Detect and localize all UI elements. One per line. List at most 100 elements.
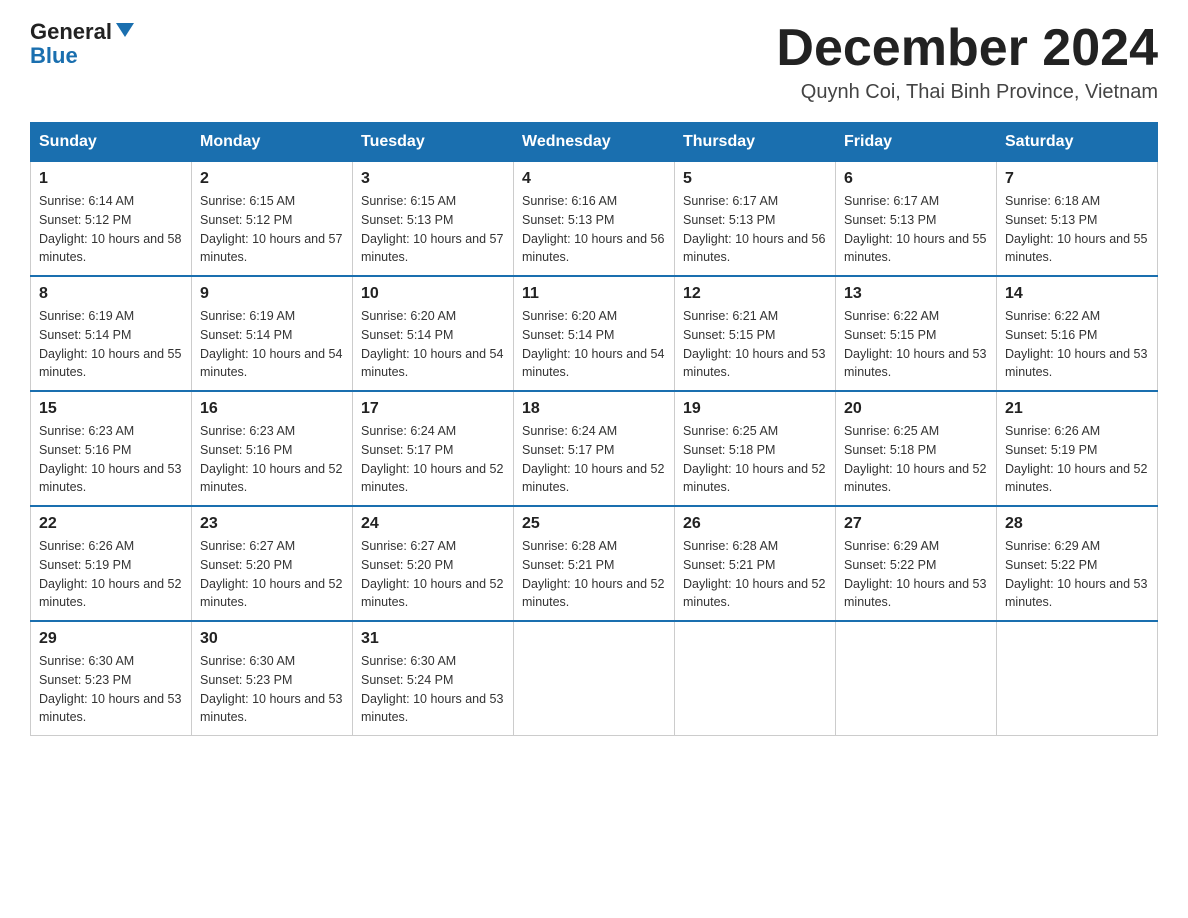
day-info: Sunrise: 6:22 AM Sunset: 5:15 PM Dayligh…: [844, 307, 988, 382]
title-area: December 2024 Quynh Coi, Thai Binh Provi…: [776, 20, 1158, 104]
day-number: 10: [361, 285, 505, 303]
table-row: 26 Sunrise: 6:28 AM Sunset: 5:21 PM Dayl…: [675, 506, 836, 621]
calendar-table: Sunday Monday Tuesday Wednesday Thursday…: [30, 122, 1158, 736]
day-number: 15: [39, 400, 183, 418]
day-number: 18: [522, 400, 666, 418]
day-info: Sunrise: 6:30 AM Sunset: 5:24 PM Dayligh…: [361, 652, 505, 727]
day-number: 3: [361, 170, 505, 188]
day-info: Sunrise: 6:29 AM Sunset: 5:22 PM Dayligh…: [844, 537, 988, 612]
day-info: Sunrise: 6:18 AM Sunset: 5:13 PM Dayligh…: [1005, 192, 1149, 267]
table-row: 12 Sunrise: 6:21 AM Sunset: 5:15 PM Dayl…: [675, 276, 836, 391]
day-info: Sunrise: 6:28 AM Sunset: 5:21 PM Dayligh…: [683, 537, 827, 612]
day-number: 19: [683, 400, 827, 418]
day-number: 2: [200, 170, 344, 188]
day-info: Sunrise: 6:25 AM Sunset: 5:18 PM Dayligh…: [844, 422, 988, 497]
calendar-week-1: 1 Sunrise: 6:14 AM Sunset: 5:12 PM Dayli…: [31, 162, 1158, 277]
day-info: Sunrise: 6:27 AM Sunset: 5:20 PM Dayligh…: [361, 537, 505, 612]
table-row: 14 Sunrise: 6:22 AM Sunset: 5:16 PM Dayl…: [997, 276, 1158, 391]
calendar-header-row: Sunday Monday Tuesday Wednesday Thursday…: [31, 123, 1158, 162]
table-row: 24 Sunrise: 6:27 AM Sunset: 5:20 PM Dayl…: [353, 506, 514, 621]
day-info: Sunrise: 6:29 AM Sunset: 5:22 PM Dayligh…: [1005, 537, 1149, 612]
day-number: 23: [200, 515, 344, 533]
table-row: [836, 621, 997, 736]
location-subtitle: Quynh Coi, Thai Binh Province, Vietnam: [776, 81, 1158, 104]
day-number: 30: [200, 630, 344, 648]
day-number: 27: [844, 515, 988, 533]
day-number: 29: [39, 630, 183, 648]
table-row: 27 Sunrise: 6:29 AM Sunset: 5:22 PM Dayl…: [836, 506, 997, 621]
day-info: Sunrise: 6:26 AM Sunset: 5:19 PM Dayligh…: [39, 537, 183, 612]
table-row: 25 Sunrise: 6:28 AM Sunset: 5:21 PM Dayl…: [514, 506, 675, 621]
month-year-title: December 2024: [776, 20, 1158, 77]
day-info: Sunrise: 6:17 AM Sunset: 5:13 PM Dayligh…: [844, 192, 988, 267]
table-row: 2 Sunrise: 6:15 AM Sunset: 5:12 PM Dayli…: [192, 162, 353, 277]
col-monday: Monday: [192, 123, 353, 162]
day-info: Sunrise: 6:23 AM Sunset: 5:16 PM Dayligh…: [39, 422, 183, 497]
day-info: Sunrise: 6:15 AM Sunset: 5:12 PM Dayligh…: [200, 192, 344, 267]
day-number: 9: [200, 285, 344, 303]
day-info: Sunrise: 6:21 AM Sunset: 5:15 PM Dayligh…: [683, 307, 827, 382]
table-row: 15 Sunrise: 6:23 AM Sunset: 5:16 PM Dayl…: [31, 391, 192, 506]
table-row: 13 Sunrise: 6:22 AM Sunset: 5:15 PM Dayl…: [836, 276, 997, 391]
day-info: Sunrise: 6:25 AM Sunset: 5:18 PM Dayligh…: [683, 422, 827, 497]
logo-blue: Blue: [30, 44, 78, 68]
day-info: Sunrise: 6:24 AM Sunset: 5:17 PM Dayligh…: [361, 422, 505, 497]
table-row: 30 Sunrise: 6:30 AM Sunset: 5:23 PM Dayl…: [192, 621, 353, 736]
day-info: Sunrise: 6:30 AM Sunset: 5:23 PM Dayligh…: [39, 652, 183, 727]
day-info: Sunrise: 6:24 AM Sunset: 5:17 PM Dayligh…: [522, 422, 666, 497]
day-info: Sunrise: 6:15 AM Sunset: 5:13 PM Dayligh…: [361, 192, 505, 267]
logo-general: General: [30, 20, 112, 44]
col-friday: Friday: [836, 123, 997, 162]
day-number: 6: [844, 170, 988, 188]
calendar-week-3: 15 Sunrise: 6:23 AM Sunset: 5:16 PM Dayl…: [31, 391, 1158, 506]
table-row: 28 Sunrise: 6:29 AM Sunset: 5:22 PM Dayl…: [997, 506, 1158, 621]
logo: General Blue: [30, 20, 134, 68]
table-row: 5 Sunrise: 6:17 AM Sunset: 5:13 PM Dayli…: [675, 162, 836, 277]
day-info: Sunrise: 6:20 AM Sunset: 5:14 PM Dayligh…: [361, 307, 505, 382]
calendar-week-5: 29 Sunrise: 6:30 AM Sunset: 5:23 PM Dayl…: [31, 621, 1158, 736]
day-info: Sunrise: 6:23 AM Sunset: 5:16 PM Dayligh…: [200, 422, 344, 497]
day-info: Sunrise: 6:20 AM Sunset: 5:14 PM Dayligh…: [522, 307, 666, 382]
day-info: Sunrise: 6:14 AM Sunset: 5:12 PM Dayligh…: [39, 192, 183, 267]
day-number: 21: [1005, 400, 1149, 418]
table-row: 10 Sunrise: 6:20 AM Sunset: 5:14 PM Dayl…: [353, 276, 514, 391]
day-number: 8: [39, 285, 183, 303]
table-row: [997, 621, 1158, 736]
table-row: [675, 621, 836, 736]
day-number: 26: [683, 515, 827, 533]
day-info: Sunrise: 6:19 AM Sunset: 5:14 PM Dayligh…: [39, 307, 183, 382]
table-row: 21 Sunrise: 6:26 AM Sunset: 5:19 PM Dayl…: [997, 391, 1158, 506]
table-row: 9 Sunrise: 6:19 AM Sunset: 5:14 PM Dayli…: [192, 276, 353, 391]
table-row: 29 Sunrise: 6:30 AM Sunset: 5:23 PM Dayl…: [31, 621, 192, 736]
col-thursday: Thursday: [675, 123, 836, 162]
day-info: Sunrise: 6:28 AM Sunset: 5:21 PM Dayligh…: [522, 537, 666, 612]
day-number: 7: [1005, 170, 1149, 188]
day-number: 24: [361, 515, 505, 533]
table-row: 1 Sunrise: 6:14 AM Sunset: 5:12 PM Dayli…: [31, 162, 192, 277]
day-number: 1: [39, 170, 183, 188]
day-info: Sunrise: 6:27 AM Sunset: 5:20 PM Dayligh…: [200, 537, 344, 612]
day-info: Sunrise: 6:26 AM Sunset: 5:19 PM Dayligh…: [1005, 422, 1149, 497]
day-number: 12: [683, 285, 827, 303]
col-saturday: Saturday: [997, 123, 1158, 162]
table-row: 20 Sunrise: 6:25 AM Sunset: 5:18 PM Dayl…: [836, 391, 997, 506]
col-sunday: Sunday: [31, 123, 192, 162]
logo-triangle-icon: [116, 23, 134, 37]
table-row: 22 Sunrise: 6:26 AM Sunset: 5:19 PM Dayl…: [31, 506, 192, 621]
table-row: 19 Sunrise: 6:25 AM Sunset: 5:18 PM Dayl…: [675, 391, 836, 506]
calendar-week-2: 8 Sunrise: 6:19 AM Sunset: 5:14 PM Dayli…: [31, 276, 1158, 391]
page-header: General Blue December 2024 Quynh Coi, Th…: [30, 20, 1158, 104]
day-info: Sunrise: 6:22 AM Sunset: 5:16 PM Dayligh…: [1005, 307, 1149, 382]
day-number: 22: [39, 515, 183, 533]
day-number: 25: [522, 515, 666, 533]
day-info: Sunrise: 6:17 AM Sunset: 5:13 PM Dayligh…: [683, 192, 827, 267]
day-info: Sunrise: 6:19 AM Sunset: 5:14 PM Dayligh…: [200, 307, 344, 382]
table-row: 18 Sunrise: 6:24 AM Sunset: 5:17 PM Dayl…: [514, 391, 675, 506]
table-row: 8 Sunrise: 6:19 AM Sunset: 5:14 PM Dayli…: [31, 276, 192, 391]
day-number: 11: [522, 285, 666, 303]
day-info: Sunrise: 6:30 AM Sunset: 5:23 PM Dayligh…: [200, 652, 344, 727]
day-info: Sunrise: 6:16 AM Sunset: 5:13 PM Dayligh…: [522, 192, 666, 267]
calendar-week-4: 22 Sunrise: 6:26 AM Sunset: 5:19 PM Dayl…: [31, 506, 1158, 621]
day-number: 17: [361, 400, 505, 418]
table-row: 11 Sunrise: 6:20 AM Sunset: 5:14 PM Dayl…: [514, 276, 675, 391]
